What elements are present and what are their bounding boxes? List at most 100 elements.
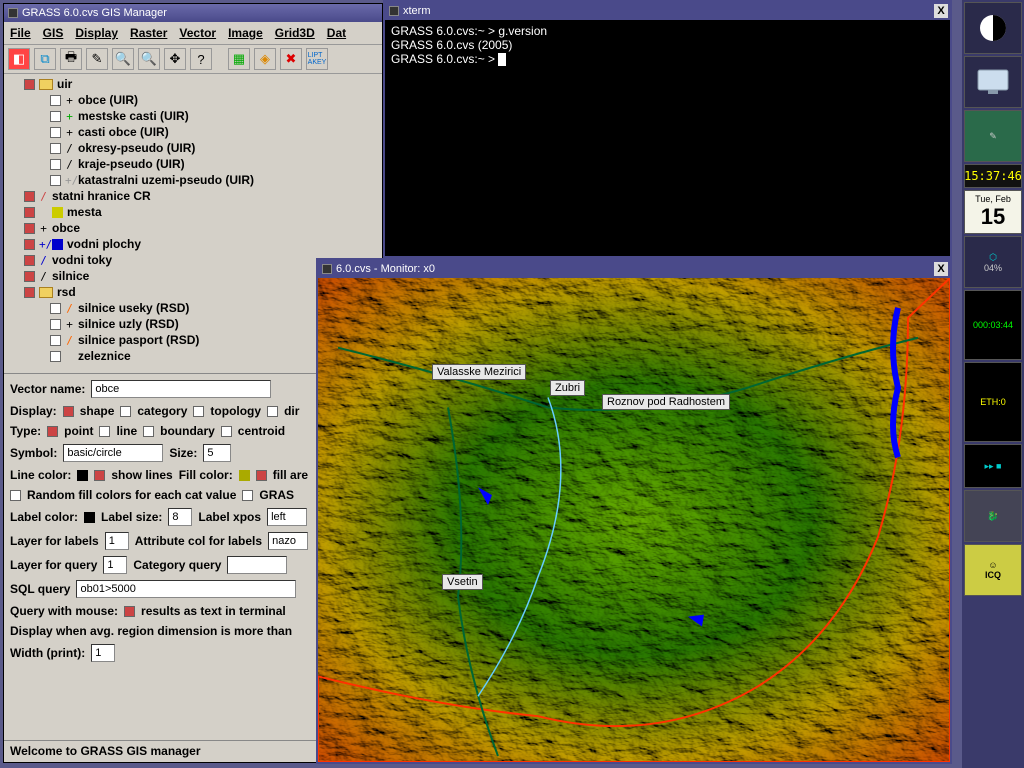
dock-tile-1[interactable] — [964, 2, 1022, 54]
boundary-check[interactable] — [143, 426, 154, 437]
menu-vector[interactable]: Vector — [179, 26, 216, 40]
xterm-window: xterm X GRASS 6.0.cvs:~ > g.version GRAS… — [383, 0, 952, 258]
tb-display-icon[interactable]: ◧ — [8, 48, 30, 70]
tree-item[interactable]: +obce — [6, 220, 380, 236]
showlines-check[interactable] — [94, 470, 105, 481]
dock-icq-icon[interactable]: ☺ICQ — [964, 544, 1022, 596]
menu-gis[interactable]: GIS — [43, 26, 64, 40]
labelsize-label: Label size: — [101, 510, 162, 524]
window-icon — [322, 264, 332, 274]
tb-layers-icon[interactable]: ⧉ — [34, 48, 56, 70]
layerlabels-input[interactable] — [105, 532, 129, 550]
tb-addraster-icon[interactable]: ▦ — [228, 48, 250, 70]
tb-zoomout-icon[interactable]: 🔍 — [138, 48, 160, 70]
gis-menubar: File GIS Display Raster Vector Image Gri… — [4, 22, 382, 45]
fillcolor-swatch[interactable] — [239, 470, 250, 481]
terminal-body[interactable]: GRASS 6.0.cvs:~ > g.version GRASS 6.0.cv… — [385, 20, 950, 70]
menu-raster[interactable]: Raster — [130, 26, 167, 40]
tree-item[interactable]: +casti obce (UIR) — [6, 124, 380, 140]
catquery-input[interactable] — [227, 556, 287, 574]
layerquery-input[interactable] — [103, 556, 127, 574]
size-input[interactable] — [203, 444, 231, 462]
tree-item[interactable]: +obce (UIR) — [6, 92, 380, 108]
labelxpos-label: Label xpos — [198, 510, 261, 524]
tree-item[interactable]: /okresy-pseudo (UIR) — [6, 140, 380, 156]
tb-pan-icon[interactable]: ✥ — [164, 48, 186, 70]
tb-print-icon[interactable]: 🖶 — [60, 48, 82, 70]
labelcolor-swatch[interactable] — [84, 512, 95, 523]
dock-tile-3[interactable]: ✎ — [964, 110, 1022, 162]
dock-clock: 15:37:46 — [964, 164, 1022, 188]
sql-label: SQL query — [10, 582, 70, 596]
layerquery-label: Layer for query — [10, 558, 97, 572]
display-label: Display: — [10, 404, 57, 418]
labelsize-input[interactable] — [168, 508, 192, 526]
dock-uptime: 000:03:44 — [964, 290, 1022, 360]
width-input[interactable] — [91, 644, 115, 662]
tb-liptakey-icon[interactable]: LIPTAKEY — [306, 48, 328, 70]
dock-dragon-icon[interactable]: 🐉 — [964, 490, 1022, 542]
tree-item[interactable]: /kraje-pseudo (UIR) — [6, 156, 380, 172]
gis-titlebar[interactable]: GRASS 6.0.cvs GIS Manager — [4, 4, 382, 22]
linecolor-swatch[interactable] — [77, 470, 88, 481]
attrcol-input[interactable] — [268, 532, 308, 550]
labelxpos-input[interactable] — [267, 508, 307, 526]
type-label: Type: — [10, 424, 41, 438]
menu-image[interactable]: Image — [228, 26, 263, 40]
centroid-check[interactable] — [221, 426, 232, 437]
point-check[interactable] — [47, 426, 58, 437]
width-label: Width (print): — [10, 646, 85, 660]
sql-input[interactable] — [76, 580, 296, 598]
xterm-titlebar[interactable]: xterm X — [385, 2, 950, 20]
category-check[interactable] — [120, 406, 131, 417]
randomfill-check[interactable] — [10, 490, 21, 501]
vector-name-label: Vector name: — [10, 382, 85, 396]
tree-item[interactable]: +mestske casti (UIR) — [6, 108, 380, 124]
topology-check[interactable] — [193, 406, 204, 417]
tree-item[interactable]: +/vodni plochy — [6, 236, 380, 252]
labelcolor-label: Label color: — [10, 510, 78, 524]
tb-help-icon[interactable]: ? — [190, 48, 212, 70]
close-icon[interactable]: X — [934, 4, 948, 18]
gras-check[interactable] — [242, 490, 253, 501]
map-canvas[interactable]: Valasske MeziriciZubriRoznov pod Radhost… — [318, 278, 950, 762]
dock-date: Tue, Feb 15 — [964, 190, 1022, 234]
tree-item[interactable]: /statni hranice CR — [6, 188, 380, 204]
dispregion-label: Display when avg. region dimension is mo… — [10, 624, 292, 638]
menu-dat[interactable]: Dat — [327, 26, 346, 40]
tb-remove-icon[interactable]: ✖ — [280, 48, 302, 70]
menu-file[interactable]: File — [10, 26, 31, 40]
tree-item[interactable]: uir — [6, 76, 380, 92]
map-label: Vsetin — [442, 574, 483, 590]
monitor-titlebar[interactable]: 6.0.cvs - Monitor: x0 X — [318, 260, 950, 278]
gis-title: GRASS 6.0.cvs GIS Manager — [22, 7, 167, 19]
xterm-title: xterm — [403, 5, 431, 17]
tb-zoomin-icon[interactable]: 🔍 — [112, 48, 134, 70]
fillare-check[interactable] — [256, 470, 267, 481]
tb-addvector-icon[interactable]: ◈ — [254, 48, 276, 70]
linecolor-label: Line color: — [10, 468, 71, 482]
map-svg — [318, 278, 950, 762]
menu-grid3d[interactable]: Grid3D — [275, 26, 315, 40]
tb-edit-icon[interactable]: ✎ — [86, 48, 108, 70]
window-icon — [8, 8, 18, 18]
symbol-input[interactable] — [63, 444, 163, 462]
catquery-label: Category query — [133, 558, 221, 572]
dock-cpu: ⬡04% — [964, 236, 1022, 288]
symbol-label: Symbol: — [10, 446, 57, 460]
dock-eth: ETH:0 — [964, 362, 1022, 442]
dock-monitor-icon[interactable] — [964, 56, 1022, 108]
close-icon[interactable]: X — [934, 262, 948, 276]
vector-name-input[interactable] — [91, 380, 271, 398]
window-icon — [389, 6, 399, 16]
qmouse-check[interactable] — [124, 606, 135, 617]
tree-item[interactable]: mesta — [6, 204, 380, 220]
shape-check[interactable] — [63, 406, 74, 417]
dock-media[interactable]: ▸▸ ■ — [964, 444, 1022, 488]
qmouse-label: Query with mouse: — [10, 604, 118, 618]
line-check[interactable] — [99, 426, 110, 437]
tree-item[interactable]: +/katastralni uzemi-pseudo (UIR) — [6, 172, 380, 188]
map-label: Roznov pod Radhostem — [602, 394, 730, 410]
dir-check[interactable] — [267, 406, 278, 417]
menu-display[interactable]: Display — [75, 26, 118, 40]
